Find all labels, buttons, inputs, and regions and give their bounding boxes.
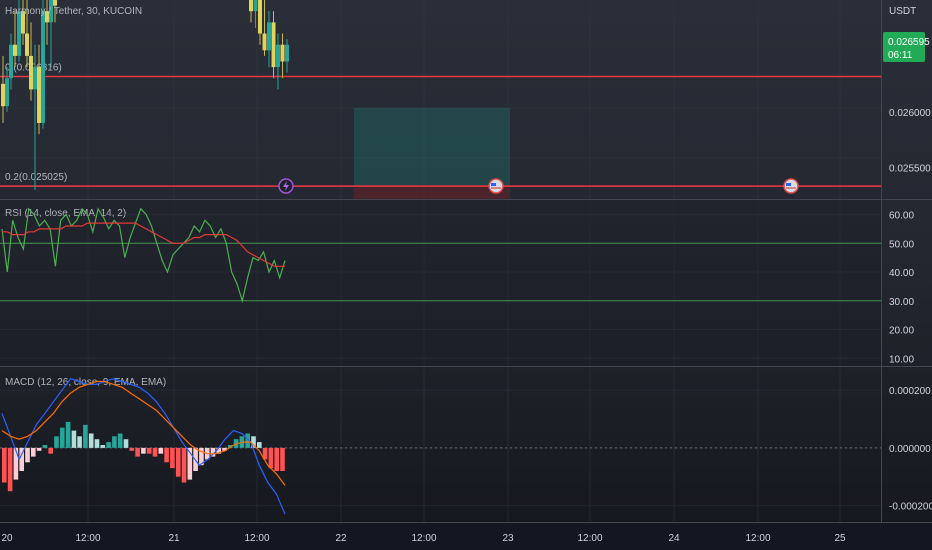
macd-histogram-bar — [117, 433, 123, 448]
symbol-title: Harmony / Tether, 30, KUCOIN — [5, 6, 142, 17]
macd-histogram-bar — [106, 442, 111, 448]
macd-histogram-bar — [123, 439, 129, 448]
rsi-tick-label: 20.00 — [889, 326, 914, 337]
candle-body — [285, 44, 289, 62]
us-flag-event-icon[interactable] — [783, 178, 799, 194]
candle-body — [17, 11, 21, 56]
candle-body — [276, 44, 280, 68]
macd-histogram-bar — [83, 424, 88, 448]
macd-histogram-bar — [164, 447, 169, 463]
last-price-value: 0.026595 — [888, 37, 930, 48]
time-axis-label: 12:00 — [75, 533, 100, 544]
macd-histogram-bar — [135, 447, 140, 457]
macd-histogram-bar — [280, 447, 285, 471]
candle-body — [5, 78, 9, 107]
time-axis-label: 12:00 — [745, 533, 770, 544]
time-axis-label: 23 — [502, 533, 514, 544]
candle-body — [13, 44, 17, 56]
time-axis-label: 12:00 — [411, 533, 436, 544]
candle-body — [29, 55, 33, 90]
macd-histogram-bar — [88, 433, 94, 448]
macd-histogram-bar — [77, 436, 82, 448]
candle-body — [9, 44, 13, 79]
position-stop-zone[interactable] — [354, 186, 510, 199]
macd-tick-label: 0.000000 — [889, 444, 931, 455]
lightning-event-icon[interactable] — [278, 178, 294, 194]
rsi-tick-label: 50.00 — [889, 239, 914, 250]
candle-body — [1, 83, 5, 107]
macd-histogram-bar — [36, 447, 42, 451]
macd-histogram-bar — [141, 447, 146, 454]
candle-body — [33, 67, 37, 90]
macd-tick-label: 0.000200 — [889, 386, 931, 397]
macd-histogram-bar — [274, 447, 279, 471]
fib-level-label: 0.2(0.025025) — [5, 172, 67, 183]
candle-countdown: 06:11 — [888, 50, 913, 61]
rsi-tick-label: 40.00 — [889, 268, 914, 279]
macd-histogram-bar — [94, 439, 100, 448]
macd-histogram-bar — [257, 442, 262, 448]
time-axis-label: 12:00 — [577, 533, 602, 544]
trading-chart[interactable]: 0.2(0.025025)0.(0.026316) Harmony / Teth… — [0, 0, 932, 550]
macd-histogram-bar — [152, 447, 158, 457]
candle-body — [25, 33, 29, 56]
macd-tick-label: -0.000200 — [889, 502, 932, 513]
currency-label: USDT — [889, 6, 916, 17]
rsi-tick-label: 10.00 — [889, 354, 914, 365]
macd-histogram-bar — [31, 447, 36, 457]
macd-histogram-bar — [42, 445, 48, 448]
macd-histogram-bar — [100, 445, 106, 448]
price-tick-label: 0.025500 — [889, 164, 931, 175]
macd-histogram-bar — [112, 436, 117, 448]
time-axis-label: 12:00 — [244, 533, 269, 544]
candle-body — [267, 22, 271, 51]
macd-histogram-bar — [54, 436, 59, 448]
macd-histogram-bar — [25, 447, 30, 463]
macd-histogram-bar — [60, 427, 65, 448]
position-target-zone[interactable] — [354, 107, 510, 187]
time-axis-label: 24 — [668, 533, 680, 544]
candle-body — [249, 0, 253, 12]
macd-histogram-bar — [65, 421, 71, 448]
us-flag-event-icon[interactable] — [488, 178, 504, 194]
candle-body — [280, 44, 285, 62]
last-price-badge: 0.026595 06:11 — [883, 32, 930, 62]
macd-histogram-bar — [170, 447, 175, 469]
macd-histogram-bar — [7, 447, 13, 492]
candle-body — [53, 0, 57, 6]
rsi-title: RSI (14, close, EMA, 14, 2) — [5, 208, 126, 219]
time-axis-label: 20 — [1, 533, 13, 544]
candle-body — [253, 0, 258, 12]
time-axis-label: 25 — [834, 533, 846, 544]
candle-body — [262, 33, 267, 51]
macd-histogram-bar — [71, 430, 77, 448]
rsi-pane-background — [0, 200, 881, 366]
rsi-pane[interactable]: RSI (14, close, EMA, 14, 2) 60.00 50.00 40… — [0, 200, 914, 366]
macd-title: MACD (12, 26, close, 9, EMA, EMA) — [5, 377, 166, 388]
macd-histogram-bar — [2, 447, 7, 483]
candle-body — [41, 11, 45, 123]
macd-histogram-bar — [268, 447, 274, 469]
macd-histogram-bar — [181, 447, 187, 483]
time-axis-label: 21 — [168, 533, 180, 544]
time-axis[interactable] — [0, 523, 932, 550]
price-tick-label: 0.026000 — [889, 108, 931, 119]
rsi-tick-label: 30.00 — [889, 297, 914, 308]
candle-body — [258, 0, 262, 34]
time-axis-label: 22 — [335, 533, 347, 544]
rsi-tick-label: 60.00 — [889, 211, 914, 222]
macd-histogram-bar — [13, 447, 19, 480]
macd-histogram-bar — [175, 447, 181, 477]
macd-histogram-bar — [158, 447, 164, 454]
candle-body — [271, 22, 276, 68]
macd-histogram-bar — [48, 447, 53, 454]
macd-histogram-bar — [146, 447, 152, 454]
candle-body — [37, 67, 41, 123]
macd-histogram-bar — [129, 447, 135, 451]
